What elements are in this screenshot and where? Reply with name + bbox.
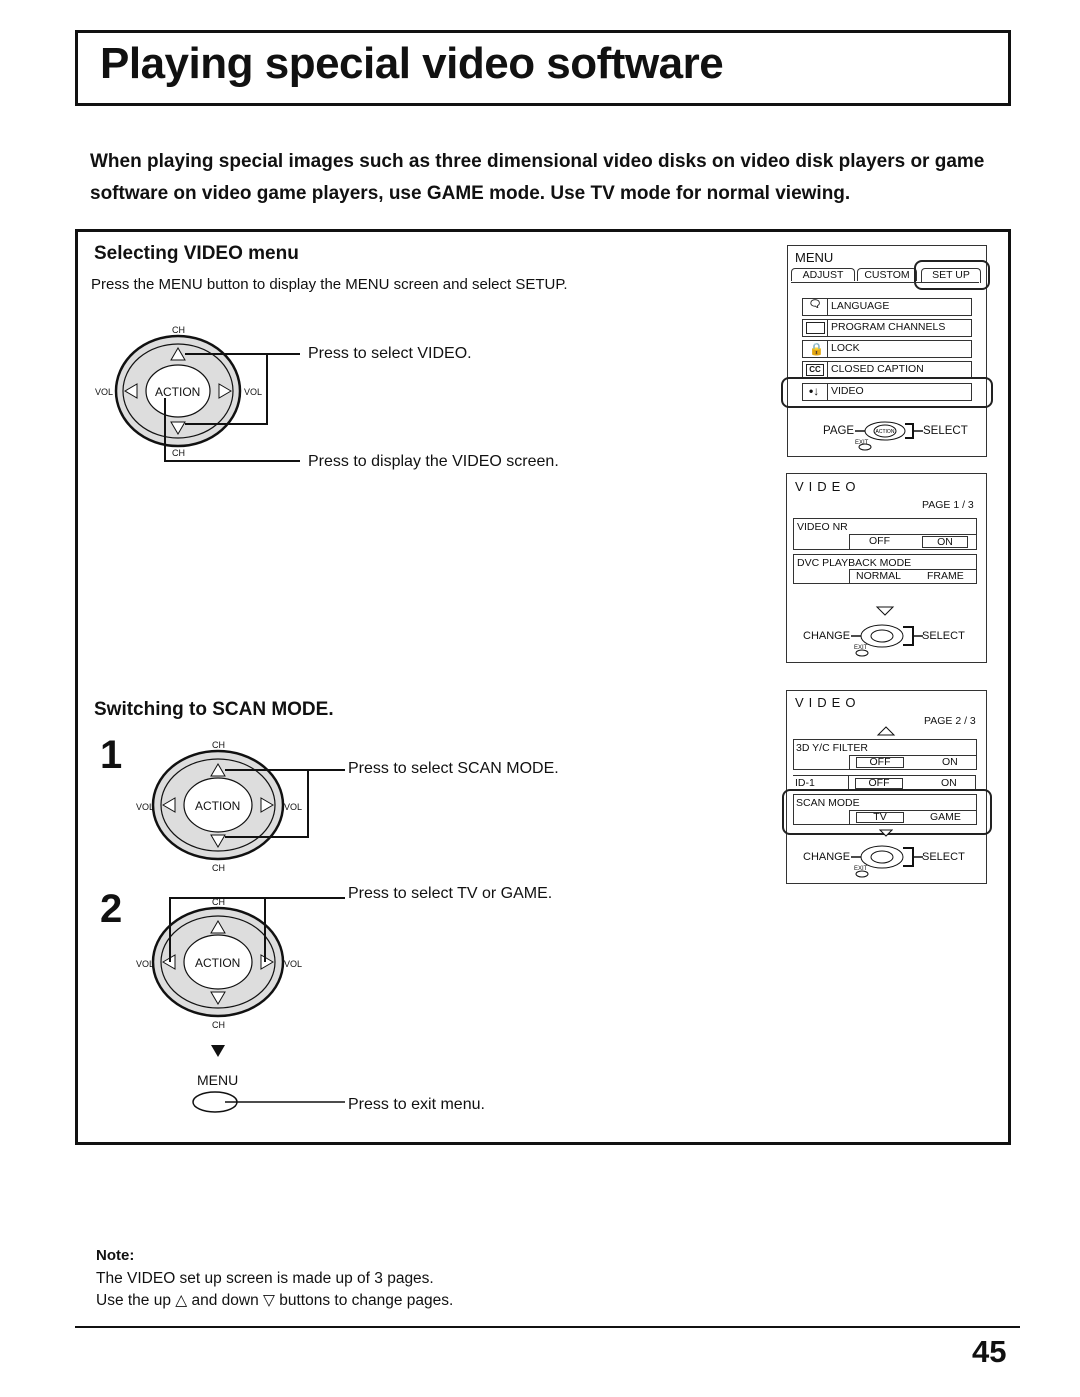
- nav-change-label: CHANGE: [803, 851, 851, 863]
- menu-item-lock[interactable]: 🔒 LOCK: [802, 340, 972, 358]
- menu-item-label: LOCK: [831, 342, 860, 354]
- setting-3d-yc-filter[interactable]: 3D Y/C FILTER OFF ON: [793, 739, 977, 770]
- setting-label: 3D Y/C FILTER: [796, 742, 868, 754]
- section1-instruction: Press the MENU button to display the MEN…: [91, 276, 568, 293]
- video-page2-indicator: PAGE 2 / 3: [924, 715, 976, 727]
- page-up-arrow-icon[interactable]: [876, 726, 896, 736]
- menu-item-language[interactable]: 🗨 LANGUAGE: [802, 298, 972, 316]
- nav-dpad-icon: [851, 845, 923, 878]
- video-page1-indicator: PAGE 1 / 3: [922, 499, 974, 511]
- option-frame[interactable]: FRAME: [927, 570, 964, 582]
- action-button-label: ACTION: [155, 385, 201, 399]
- ch-down-label: CH: [212, 863, 225, 873]
- remote-dpad-select-tv-game: [151, 897, 345, 1018]
- option-normal[interactable]: NORMAL: [856, 570, 901, 582]
- option-on[interactable]: ON: [941, 777, 957, 789]
- video-page1-title: VIDEO: [795, 479, 861, 494]
- svg-text:ACTION: ACTION: [876, 429, 895, 435]
- footer-rule: [75, 1326, 1020, 1328]
- vol-right-label: VOL: [284, 959, 303, 969]
- option-on-selected[interactable]: ON: [922, 536, 968, 548]
- vol-left-label: VOL: [95, 387, 114, 397]
- nav-select-label: SELECT: [922, 630, 965, 642]
- divider: [827, 320, 828, 336]
- callout-select-video: Press to select VIDEO.: [308, 345, 472, 362]
- down-triangle-icon: [211, 1045, 225, 1057]
- lock-icon: 🔒: [809, 342, 824, 356]
- menu-item-label: PROGRAM CHANNELS: [831, 321, 946, 333]
- menu-item-label: LANGUAGE: [831, 300, 890, 312]
- tab-underline: [791, 282, 979, 283]
- page-down-arrow-icon[interactable]: [879, 829, 893, 837]
- vol-right-label: VOL: [284, 802, 303, 812]
- note-line-2: Use the up △ and down ▽ buttons to chang…: [96, 1292, 454, 1309]
- setting-id-1[interactable]: ID-1 OFF ON: [793, 775, 976, 790]
- nav-action-dpad-icon: ACTION: [855, 421, 923, 451]
- menu-item-label: CLOSED CAPTION: [831, 363, 924, 375]
- option-off-selected[interactable]: OFF: [855, 778, 903, 789]
- menu-screen-title: MENU: [795, 250, 834, 265]
- menu-button[interactable]: [190, 1090, 350, 1116]
- setting-label: ID-1: [795, 777, 815, 789]
- callout-exit-menu: Press to exit menu.: [348, 1096, 485, 1113]
- menu-button-label: MENU: [197, 1072, 239, 1088]
- section-heading-scan-mode: Switching to SCAN MODE.: [94, 699, 334, 720]
- ch-down-label: CH: [172, 448, 185, 458]
- menu-item-program-channels[interactable]: PROGRAM CHANNELS: [802, 319, 972, 337]
- note-line-1: The VIDEO set up screen is made up of 3 …: [96, 1270, 434, 1287]
- language-icon: 🗨: [803, 299, 828, 315]
- tv-screen-icon: [806, 322, 825, 334]
- section-heading-selecting-video: Selecting VIDEO menu: [94, 243, 299, 264]
- nav-exit-label: EXIT: [854, 645, 868, 651]
- divider: [827, 362, 828, 378]
- page-title: Playing special video software: [100, 39, 724, 88]
- callout-select-tv-game: Press to select TV or GAME.: [348, 885, 553, 902]
- note-title: Note:: [96, 1247, 135, 1264]
- nav-select-label: SELECT: [922, 851, 965, 863]
- video-item-highlight: [781, 377, 993, 408]
- page-title-box: Playing special video software: [75, 30, 1011, 106]
- action-button-label: ACTION: [195, 956, 241, 970]
- option-on[interactable]: ON: [942, 756, 958, 768]
- remote-dpad-select-scan-mode: [151, 749, 345, 861]
- page-down-arrow-icon[interactable]: [875, 606, 895, 616]
- setting-dvc-playback-mode[interactable]: DVC PLAYBACK MODE NORMAL FRAME: [793, 554, 977, 584]
- ch-up-label: CH: [212, 740, 225, 750]
- step-number-2: 2: [100, 887, 123, 931]
- page-number: 45: [972, 1334, 1007, 1369]
- nav-exit-label: EXIT: [855, 440, 869, 446]
- vol-right-label: VOL: [244, 387, 263, 397]
- video-page2-title: VIDEO: [795, 695, 861, 710]
- callout-select-scan-mode: Press to select SCAN MODE.: [348, 760, 559, 777]
- step-number-1: 1: [100, 733, 123, 777]
- vol-left-label: VOL: [136, 802, 155, 812]
- tab-adjust[interactable]: ADJUST: [791, 268, 855, 281]
- divider: [827, 341, 828, 357]
- vol-left-label: VOL: [136, 959, 155, 969]
- nav-exit-label: EXIT: [854, 866, 868, 872]
- ch-up-label: CH: [212, 897, 225, 907]
- intro-paragraph: When playing special images such as thre…: [90, 151, 985, 204]
- setting-label: DVC PLAYBACK MODE: [797, 557, 912, 569]
- nav-page-label: PAGE: [823, 425, 855, 437]
- ch-up-label: CH: [172, 325, 185, 335]
- setting-video-nr[interactable]: VIDEO NR OFF ON: [793, 518, 977, 550]
- option-off[interactable]: OFF: [869, 535, 890, 547]
- tab-custom[interactable]: CUSTOM: [857, 268, 917, 281]
- nav-dpad-icon: [851, 624, 923, 657]
- setting-label: VIDEO NR: [797, 521, 848, 533]
- setup-tab-highlight: [914, 260, 990, 290]
- ch-down-label: CH: [212, 1020, 225, 1030]
- nav-change-label: CHANGE: [803, 630, 851, 642]
- action-button-label: ACTION: [195, 799, 241, 813]
- nav-select-label: SELECT: [923, 425, 968, 437]
- callout-display-video-screen: Press to display the VIDEO screen.: [308, 453, 559, 470]
- option-off-selected[interactable]: OFF: [856, 757, 904, 768]
- cc-icon: CC: [806, 364, 824, 376]
